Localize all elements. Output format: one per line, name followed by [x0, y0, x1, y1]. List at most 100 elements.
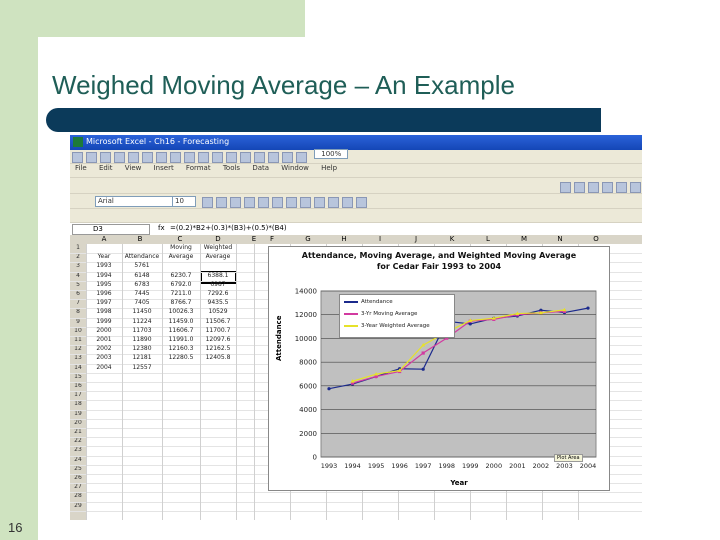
drawing-icon[interactable] [296, 152, 307, 163]
row-header[interactable]: 1 [70, 244, 86, 251]
header-cell[interactable]: Average [162, 253, 200, 261]
header-cell[interactable]: Average [200, 253, 236, 261]
font-size-select[interactable]: 10 [172, 196, 196, 207]
table-cell[interactable]: 11224 [122, 318, 162, 326]
table-cell[interactable]: 9435.5 [200, 299, 236, 307]
print-icon[interactable] [114, 152, 125, 163]
table-cell[interactable]: 12181 [122, 354, 162, 362]
percent-icon[interactable] [314, 197, 325, 208]
table-cell[interactable]: 2003 [86, 354, 122, 362]
menu-file[interactable]: File [75, 164, 87, 172]
row-header[interactable]: 10 [70, 327, 86, 334]
table-cell[interactable]: 1996 [86, 290, 122, 298]
row-header[interactable]: 24 [70, 456, 86, 463]
menu-window[interactable]: Window [281, 164, 309, 172]
row-header[interactable]: 18 [70, 400, 86, 407]
column-header-l[interactable]: L [470, 235, 506, 244]
row-header[interactable]: 3 [70, 262, 86, 269]
table-cell[interactable]: 2004 [86, 364, 122, 372]
table-cell[interactable]: 10529 [200, 308, 236, 316]
chart-legend[interactable]: Attendance 3-Yr Moving Average 3-Year Weig… [339, 294, 455, 338]
row-header[interactable]: 6 [70, 290, 86, 297]
undo-icon[interactable] [198, 152, 209, 163]
table-cell[interactable]: 7445 [122, 290, 162, 298]
fx-icon[interactable]: fx [158, 224, 165, 233]
font-color-icon[interactable] [356, 197, 367, 208]
table-cell[interactable]: 12557 [122, 364, 162, 372]
table-cell[interactable]: 12162.5 [200, 345, 236, 353]
save-icon[interactable] [100, 152, 111, 163]
row-header[interactable]: 15 [70, 373, 86, 380]
table-cell[interactable]: 7292.6 [200, 290, 236, 298]
sort-asc-icon[interactable] [254, 152, 265, 163]
table-cell[interactable]: 11991.0 [162, 336, 200, 344]
table-cell[interactable]: 12160.3 [162, 345, 200, 353]
table-cell[interactable]: 11890 [122, 336, 162, 344]
header-cell[interactable]: Weighted [200, 244, 236, 252]
menu-tools[interactable]: Tools [223, 164, 240, 172]
row-header[interactable]: 14 [70, 364, 86, 371]
row-header[interactable]: 28 [70, 492, 86, 499]
currency-icon[interactable] [300, 197, 311, 208]
table-cell[interactable]: 6148 [122, 272, 162, 280]
table-cell[interactable]: 1994 [86, 272, 122, 280]
merge-icon[interactable] [286, 197, 297, 208]
column-header-k[interactable]: K [434, 235, 470, 244]
zoom-select[interactable]: 100% [314, 149, 349, 159]
align-left-icon[interactable] [244, 197, 255, 208]
name-box[interactable]: D3 [72, 224, 150, 235]
table-cell[interactable]: 10026.3 [162, 308, 200, 316]
hyperlink-icon[interactable] [226, 152, 237, 163]
column-header-a[interactable]: A [86, 235, 122, 244]
new-icon[interactable] [72, 152, 83, 163]
font-select[interactable]: Arial [95, 196, 173, 207]
row-header[interactable]: 19 [70, 410, 86, 417]
header-cell[interactable]: Attendance [122, 253, 162, 261]
table-cell[interactable]: 6388.1 [200, 272, 236, 280]
row-header[interactable]: 5 [70, 281, 86, 288]
cut-icon[interactable] [156, 152, 167, 163]
row-header[interactable]: 11 [70, 336, 86, 343]
table-cell[interactable]: 7211.0 [162, 290, 200, 298]
row-header[interactable]: 22 [70, 437, 86, 444]
table-cell[interactable]: 1998 [86, 308, 122, 316]
angle-text-icon[interactable] [630, 182, 641, 193]
row-header[interactable]: 13 [70, 354, 86, 361]
data-table-icon[interactable] [588, 182, 599, 193]
row-header[interactable]: 16 [70, 382, 86, 389]
paste-icon[interactable] [184, 152, 195, 163]
menu-insert[interactable]: Insert [154, 164, 174, 172]
legend-icon[interactable] [574, 182, 585, 193]
copy-icon[interactable] [170, 152, 181, 163]
table-cell[interactable]: 6783 [122, 281, 162, 289]
table-cell[interactable]: 2002 [86, 345, 122, 353]
column-header-i[interactable]: I [362, 235, 398, 244]
row-header[interactable]: 27 [70, 483, 86, 490]
row-header[interactable]: 25 [70, 465, 86, 472]
menu-data[interactable]: Data [252, 164, 269, 172]
table-cell[interactable]: 6230.7 [162, 272, 200, 280]
by-row-icon[interactable] [602, 182, 613, 193]
table-cell[interactable]: 11450 [122, 308, 162, 316]
column-header-d[interactable]: D [200, 235, 236, 244]
menu-view[interactable]: View [125, 164, 142, 172]
table-cell[interactable]: 12380 [122, 345, 162, 353]
italic-icon[interactable] [216, 197, 227, 208]
autosum-icon[interactable] [240, 152, 251, 163]
table-cell[interactable]: 1999 [86, 318, 122, 326]
column-header-o[interactable]: O [578, 235, 614, 244]
open-icon[interactable] [86, 152, 97, 163]
row-header[interactable]: 21 [70, 428, 86, 435]
formula-input[interactable]: =(0.2)*B2+(0.3)*(B3)+(0.5)*(B4) [170, 224, 287, 233]
row-header[interactable]: 23 [70, 446, 86, 453]
table-cell[interactable]: 1993 [86, 262, 122, 270]
row-header[interactable]: 2 [70, 253, 86, 260]
table-cell[interactable]: 2001 [86, 336, 122, 344]
row-header[interactable]: 8 [70, 308, 86, 315]
header-cell[interactable]: Moving [162, 244, 200, 252]
column-header-n[interactable]: N [542, 235, 578, 244]
row-header[interactable]: 29 [70, 502, 86, 509]
embedded-chart[interactable]: Attendance, Moving Average, and Weighted… [268, 246, 610, 491]
table-cell[interactable]: 11700.7 [200, 327, 236, 335]
align-right-icon[interactable] [272, 197, 283, 208]
